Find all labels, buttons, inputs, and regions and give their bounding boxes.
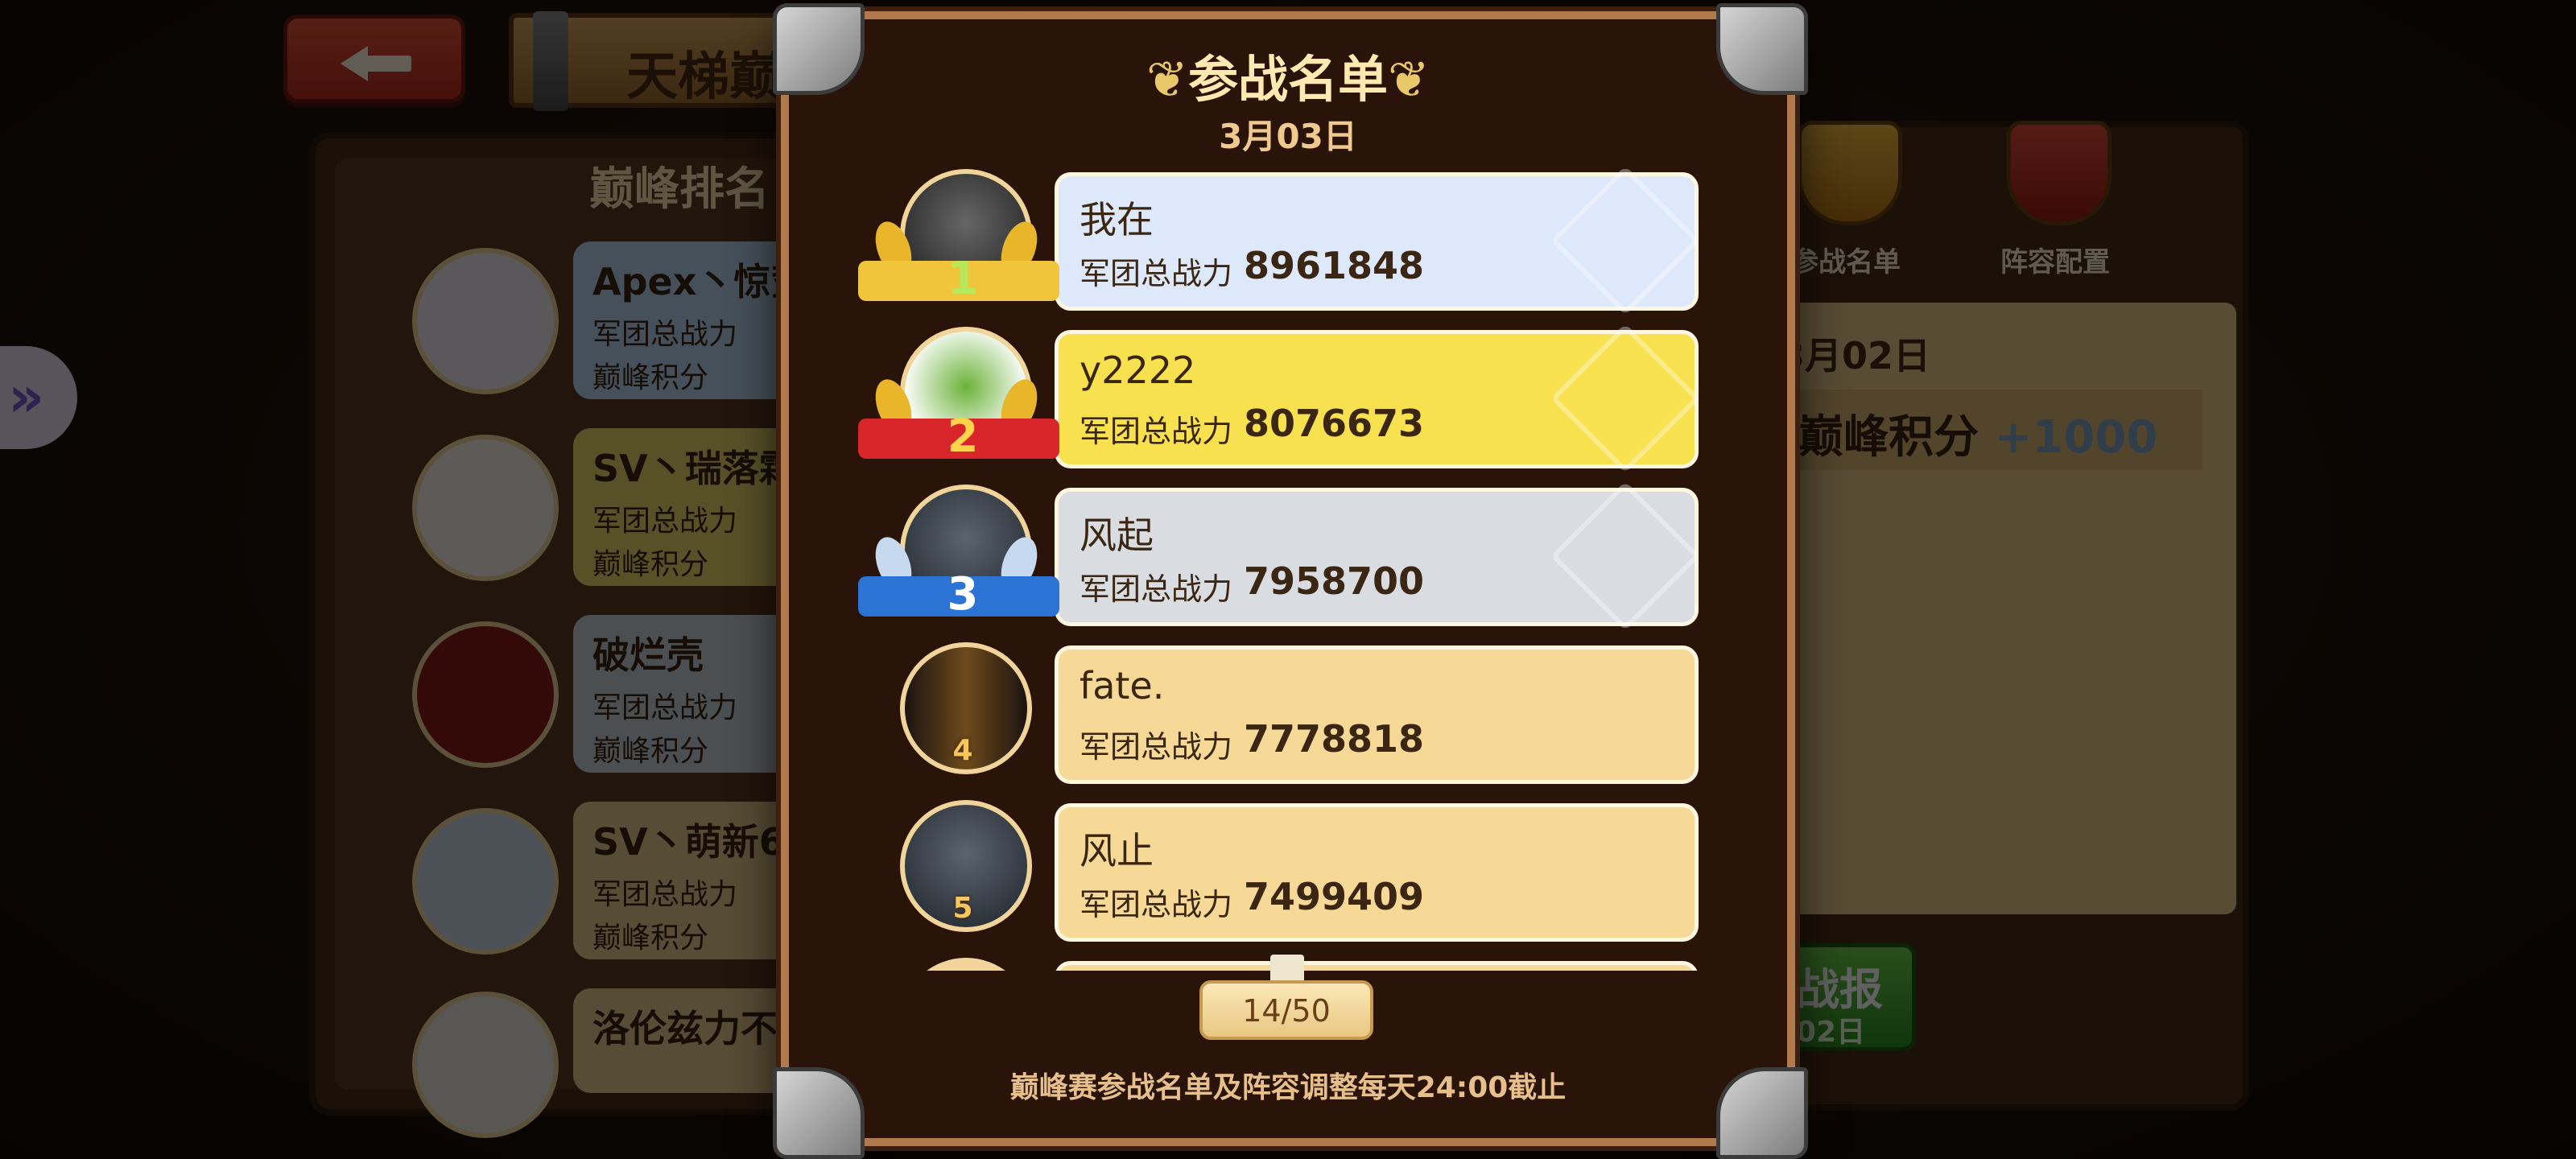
- avatar: [900, 958, 1032, 971]
- laurel-icon: ❦: [1146, 50, 1188, 109]
- rank-number: 2: [947, 410, 979, 463]
- avatar: [412, 808, 559, 955]
- info-score-bar: 巅峰积分 +1000: [1790, 390, 2202, 470]
- back-arrow-icon: [341, 46, 368, 81]
- diamond-deco-icon: [1550, 323, 1701, 474]
- player-name: 风止: [1080, 829, 1154, 872]
- avatar: [412, 248, 559, 394]
- player-card[interactable]: [1055, 961, 1699, 971]
- player-name: fate.: [1080, 664, 1165, 707]
- power-value: 8076673: [1244, 402, 1425, 445]
- avatar: [412, 621, 559, 768]
- laurel-icon: ❦: [1388, 50, 1430, 109]
- power-label: 军团总战力: [1080, 887, 1233, 922]
- list-item[interactable]: y2222 军团总战力 8076673 2: [853, 323, 1707, 474]
- power-value: 7778818: [1244, 717, 1425, 761]
- ranking-panel-title: 巅峰排名: [589, 163, 770, 216]
- info-date: 3月02日: [1779, 334, 1931, 377]
- avatar: [412, 435, 559, 581]
- shield-icon: [2007, 121, 2112, 225]
- player-card[interactable]: 我在 军团总战力 8961848: [1055, 169, 1701, 316]
- diamond-deco-icon: [1550, 481, 1701, 632]
- ranking-panel: 巅峰排名 Apex丶惊蛰 军团总战力 巅峰积分 SV丶瑞落霜 军团总战力 巅峰积…: [309, 132, 824, 1138]
- expand-arrow-button[interactable]: »: [0, 346, 77, 449]
- power-value: 7499409: [1244, 875, 1425, 918]
- ranking-row[interactable]: SV丶瑞落霜 军团总战力 巅峰积分: [573, 428, 815, 586]
- diamond-deco-icon: [1550, 169, 1701, 316]
- power-label: 军团总战力: [1080, 414, 1233, 449]
- player-card[interactable]: fate. 军团总战力 7778818: [1055, 645, 1699, 784]
- rank-number: 1: [947, 253, 979, 305]
- player-card[interactable]: 风起 军团总战力 7958700: [1055, 481, 1701, 632]
- modal-date: 3月03日: [1219, 117, 1357, 156]
- rank-number: 5: [952, 892, 973, 925]
- corner-bracket-icon: [1716, 3, 1808, 95]
- list-item[interactable]: fate. 军团总战力 7778818 4: [853, 642, 1707, 784]
- power-label: 军团总战力: [1080, 571, 1233, 607]
- page-indicator: 14/50: [1199, 980, 1373, 1040]
- avatar: [412, 992, 559, 1138]
- list-icon: [1798, 121, 1902, 225]
- player-card[interactable]: 风止 军团总战力 7499409: [1055, 803, 1699, 942]
- back-button[interactable]: [283, 14, 465, 103]
- power-label: 军团总战力: [1080, 729, 1233, 765]
- power-label: 军团总战力: [1080, 256, 1233, 291]
- ranking-row[interactable]: 破烂壳 军团总战力 巅峰积分: [573, 615, 815, 773]
- tab-lineup[interactable]: 阵容配置: [1987, 121, 2124, 278]
- rank-number: 3: [947, 568, 979, 621]
- list-item[interactable]: 我在 军团总战力 8961848 1: [853, 169, 1707, 316]
- player-name: 我在: [1080, 198, 1154, 241]
- player-name: 风起: [1080, 514, 1154, 557]
- corner-bracket-icon: [773, 1067, 865, 1159]
- player-card[interactable]: y2222 军团总战力 8076673: [1055, 323, 1701, 474]
- power-value: 8961848: [1244, 244, 1425, 287]
- footer-note: 巅峰赛参战名单及阵容调整每天24:00截止: [1009, 1071, 1567, 1104]
- power-value: 7958700: [1244, 559, 1425, 603]
- tab-roster[interactable]: 参战名单: [1777, 121, 1914, 278]
- ranking-row[interactable]: Apex丶惊蛰 军团总战力 巅峰积分: [573, 241, 815, 399]
- list-item[interactable]: 风止 军团总战力 7499409 5: [853, 800, 1707, 942]
- rank-number: 4: [952, 734, 973, 767]
- modal-title: ❦参战名单❦: [1146, 50, 1430, 109]
- player-name: y2222: [1080, 349, 1196, 392]
- roster-list[interactable]: 我在 军团总战力 8961848 1 y2222 军团总战力 8076673 2…: [853, 169, 1707, 971]
- double-chevron-icon: »: [8, 364, 45, 430]
- ranking-row[interactable]: SV丶萌新66 军团总战力 巅峰积分: [573, 802, 815, 959]
- bolt-icon: [533, 11, 568, 111]
- corner-bracket-icon: [1716, 1067, 1808, 1159]
- list-item[interactable]: 风起 军团总战力 7958700 3: [853, 481, 1707, 632]
